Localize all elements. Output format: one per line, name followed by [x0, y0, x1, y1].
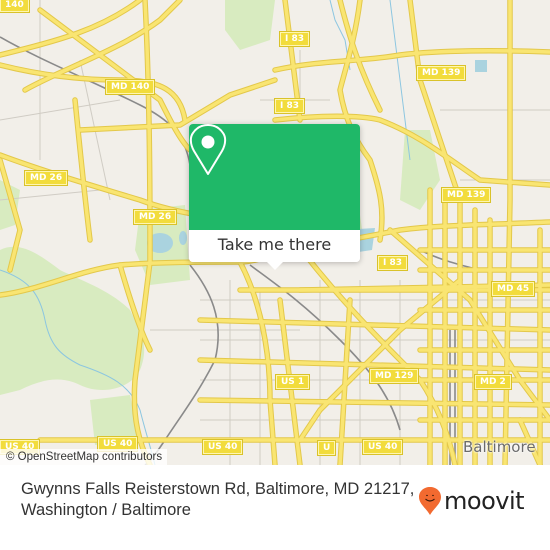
road-shield-i83-lower: I 83: [378, 256, 408, 270]
road-shield-md45: MD 45: [492, 282, 535, 296]
lake-small: [179, 231, 187, 245]
road-shield-md139-mid: MD 139: [442, 188, 491, 202]
road-shield-us40-partial: U: [318, 441, 336, 455]
road-shield-md140: MD 140: [106, 80, 155, 94]
park-north: [225, 0, 275, 50]
rail-metro: [144, 264, 219, 465]
road-shield-us40-right: US 40: [363, 440, 403, 454]
reservoir: [475, 60, 487, 72]
popup-pointer: [266, 261, 284, 270]
address-text: Gwynns Falls Reisterstown Rd, Baltimore,…: [21, 480, 415, 519]
map-attribution[interactable]: © OpenStreetMap contributors: [0, 449, 168, 465]
road-shield-md129: MD 129: [370, 369, 419, 383]
road-shield-i83-mid: I 83: [275, 99, 305, 113]
road-shield-i83-top: I 83: [280, 32, 310, 46]
take-me-there-button[interactable]: Take me there: [189, 230, 360, 262]
road-shield-md2: MD 2: [475, 375, 511, 389]
footer: Gwynns Falls Reisterstown Rd, Baltimore,…: [0, 466, 550, 550]
city-label-baltimore: Baltimore: [463, 438, 536, 456]
popup-header: [189, 124, 360, 230]
road-shield-md139-top: MD 139: [417, 66, 466, 80]
moovit-wordmark: moovit: [444, 487, 525, 515]
location-popup: Take me there: [189, 124, 360, 270]
road-shield-md26-left: MD 26: [25, 171, 68, 185]
rail-east: [419, 249, 550, 271]
map[interactable]: 140 MD 140 MD 26 MD 26 I 83 I 83 I 83 MD…: [0, 0, 550, 465]
moovit-pin-icon: [419, 487, 441, 515]
road-shield-us1: US 1: [276, 375, 310, 389]
road-shield-us40-mid: US 40: [203, 440, 243, 454]
attribution-text: © OpenStreetMap contributors: [6, 451, 163, 463]
map-pin-icon: [189, 124, 227, 175]
moovit-logo[interactable]: moovit: [418, 486, 525, 516]
road-shield-md140-topleft: 140: [0, 0, 29, 12]
road-shield-md26-center: MD 26: [134, 210, 177, 224]
stream-jones: [389, 0, 411, 161]
